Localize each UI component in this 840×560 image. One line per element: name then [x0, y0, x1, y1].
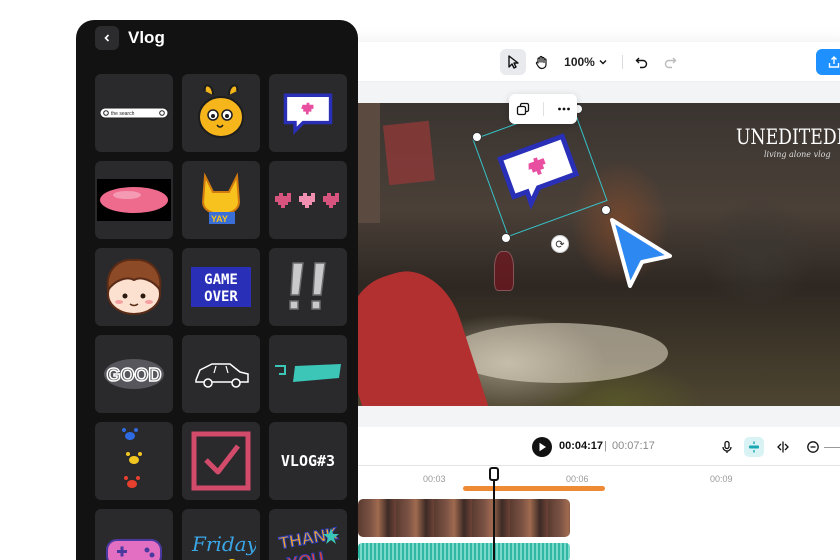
overlay-title-text[interactable]: UNEDITEDDAY: [736, 125, 840, 149]
more-icon[interactable]: [557, 102, 571, 116]
ruler-tick: 00:03: [423, 474, 446, 484]
resize-handle[interactable]: [501, 233, 511, 243]
yellow-bunny-sticker[interactable]: [182, 74, 260, 152]
photo-wine-glass: [494, 251, 514, 291]
pink-blob-sticker[interactable]: [95, 161, 173, 239]
photo-person: [358, 258, 490, 406]
exclamation-marks-sticker[interactable]: [269, 248, 347, 326]
zoom-slider[interactable]: [824, 447, 840, 448]
top-toolbar: 100%: [300, 42, 840, 82]
undo-icon[interactable]: [630, 49, 654, 75]
zoom-value: 100%: [564, 55, 595, 69]
doodle-car-sticker[interactable]: [182, 335, 260, 413]
select-pointer-icon[interactable]: [500, 49, 526, 75]
sticker-panel: Vlog the search YAY GAME OVER GOOD VLOG#…: [76, 20, 358, 560]
toolbar-divider: [622, 55, 623, 69]
split-icon[interactable]: [773, 437, 793, 457]
export-icon[interactable]: [816, 49, 840, 75]
vlog3-sticker-text: VLOG#3: [281, 452, 335, 470]
back-button[interactable]: [95, 26, 119, 50]
cursor-pointer-icon: [610, 218, 672, 288]
vlog3-sticker[interactable]: VLOG#3: [269, 422, 347, 500]
pixel-hearts-row-sticker[interactable]: [269, 161, 347, 239]
duplicate-icon[interactable]: [516, 102, 530, 116]
yellow-cat-sticker[interactable]: YAY: [182, 161, 260, 239]
hand-icon[interactable]: [528, 49, 554, 75]
chevron-left-icon: [104, 34, 110, 42]
ruler-tick: 00:06: [566, 474, 589, 484]
photo-table: [448, 323, 668, 383]
app-stage: 100% 00:04:17 | 00:07:17 00:03 00:06 00:…: [0, 0, 840, 560]
overlay-subtitle-text[interactable]: living alone vlog: [764, 150, 831, 159]
current-time: 00:04:17: [559, 440, 604, 452]
time-separator: |: [604, 440, 607, 452]
ruler-tick: 00:09: [710, 474, 733, 484]
svg-text:OVER: OVER: [204, 289, 238, 305]
rotate-icon[interactable]: ⟳: [551, 235, 569, 253]
audio-clip[interactable]: [358, 543, 570, 560]
menu-divider: [542, 102, 544, 116]
zoom-dropdown[interactable]: 100%: [562, 49, 610, 75]
microphone-icon[interactable]: [717, 437, 737, 457]
selection-range-marker[interactable]: [463, 486, 605, 491]
thank-you-sticker[interactable]: THANKYOU: [269, 509, 347, 560]
svg-text:GAME: GAME: [204, 272, 238, 288]
teal-tape-sticker[interactable]: [269, 335, 347, 413]
total-time: 00:07:17: [612, 440, 655, 452]
photo-wall: [358, 103, 380, 223]
selection-context-menu: [509, 94, 577, 124]
redo-icon[interactable]: [658, 49, 682, 75]
paw-prints-sticker[interactable]: [95, 422, 173, 500]
chevron-down-icon: [599, 60, 607, 65]
magnet-icon[interactable]: [744, 437, 764, 457]
timeline-panel: 00:04:17 | 00:07:17 00:03 00:06 00:09: [300, 427, 840, 560]
friday-sticker-text: Friday: [191, 532, 256, 556]
playhead-line: [493, 477, 495, 560]
photo-wall-art: [382, 120, 436, 186]
playhead-handle[interactable]: [489, 467, 499, 481]
play-button[interactable]: [532, 437, 552, 457]
checkbox-sticker[interactable]: [182, 422, 260, 500]
search-bar-sticker[interactable]: the search: [95, 74, 173, 152]
zoom-out-icon[interactable]: [803, 437, 823, 457]
video-clip[interactable]: [358, 499, 570, 537]
resize-handle[interactable]: [472, 132, 482, 142]
svg-text:GOOD: GOOD: [106, 365, 161, 385]
resize-handle[interactable]: [601, 205, 611, 215]
search-sticker-text: the search: [111, 111, 135, 117]
ruler-line: [358, 465, 840, 466]
pixel-heart-speech-bubble-sticker[interactable]: [269, 74, 347, 152]
brown-hair-kid-sticker[interactable]: [95, 248, 173, 326]
panel-title: Vlog: [128, 28, 165, 47]
svg-text:YAY: YAY: [211, 214, 228, 224]
good-cloud-sticker[interactable]: GOOD: [95, 335, 173, 413]
game-over-sticker[interactable]: GAME OVER: [182, 248, 260, 326]
pink-gamepad-sticker[interactable]: [95, 509, 173, 560]
friday-sticker[interactable]: Friday: [182, 509, 260, 560]
play-icon: [539, 442, 546, 452]
video-preview-frame[interactable]: UNEDITEDDAY living alone vlog: [358, 103, 840, 406]
